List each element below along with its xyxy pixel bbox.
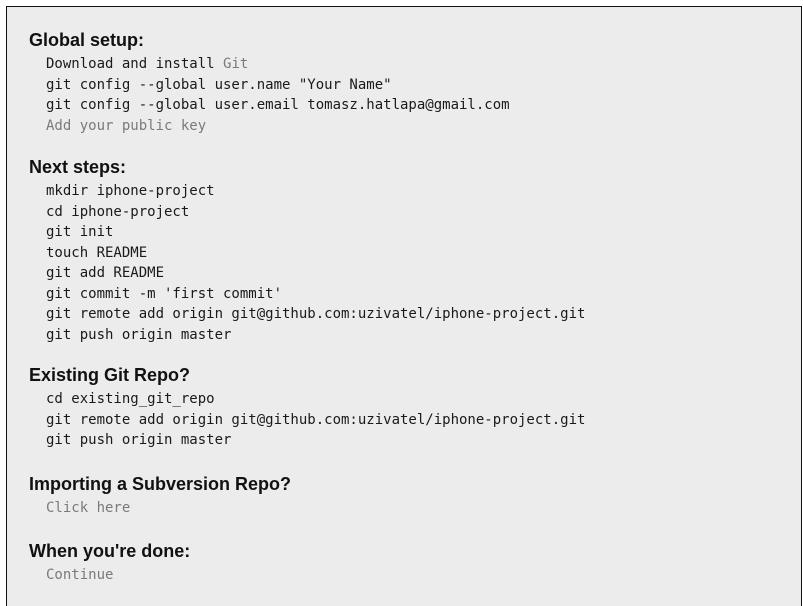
download-line: Download and install Git	[46, 54, 510, 75]
download-text: Download and install	[46, 56, 224, 72]
existing-repo-list: cd existing_git_repo git remote add orig…	[29, 389, 585, 451]
command-line: git add README	[46, 265, 165, 281]
subversion-list: Click here	[29, 498, 291, 519]
existing-repo-section: Existing Git Repo? cd existing_git_repo …	[29, 364, 585, 451]
done-section: When you're done: Continue	[29, 540, 190, 586]
existing-repo-heading: Existing Git Repo?	[29, 365, 191, 385]
command-line: mkdir iphone-project	[46, 183, 215, 199]
command-line: cd iphone-project	[46, 203, 190, 220]
command-line: git commit -m 'first commit'	[46, 285, 283, 302]
command-line: git push origin master	[46, 326, 232, 343]
global-setup-section: Global setup: Download and install Git g…	[29, 29, 510, 136]
config-name-command: git config --global user.name "Your Name…	[46, 76, 392, 93]
next-steps-section: Next steps: mkdir iphone-project cd ipho…	[29, 156, 585, 345]
done-heading: When you're done:	[29, 541, 191, 561]
done-list: Continue	[29, 565, 190, 586]
command-line: git remote add origin git@github.com:uzi…	[46, 306, 586, 322]
git-download-link[interactable]: Git	[223, 56, 248, 72]
subversion-heading: Importing a Subversion Repo?	[29, 474, 292, 494]
command-line: git init	[46, 224, 114, 240]
next-steps-heading: Next steps:	[29, 157, 127, 177]
command-line: touch README	[46, 244, 148, 261]
subversion-section: Importing a Subversion Repo? Click here	[29, 473, 291, 519]
config-email-command: git config --global user.email tomasz.ha…	[46, 97, 510, 113]
command-line: git push origin master	[46, 432, 232, 448]
global-setup-heading: Global setup:	[29, 30, 145, 50]
continue-link[interactable]: Continue	[46, 565, 190, 586]
command-line: git remote add origin git@github.com:uzi…	[46, 411, 586, 428]
click-here-link[interactable]: Click here	[46, 498, 291, 519]
global-setup-list: Download and install Git git config --gl…	[29, 54, 510, 136]
next-steps-list: mkdir iphone-project cd iphone-project g…	[29, 181, 585, 345]
add-public-key-link[interactable]: Add your public key	[46, 116, 510, 137]
command-line: cd existing_git_repo	[46, 391, 215, 407]
instructions-panel: Global setup: Download and install Git g…	[6, 6, 802, 606]
